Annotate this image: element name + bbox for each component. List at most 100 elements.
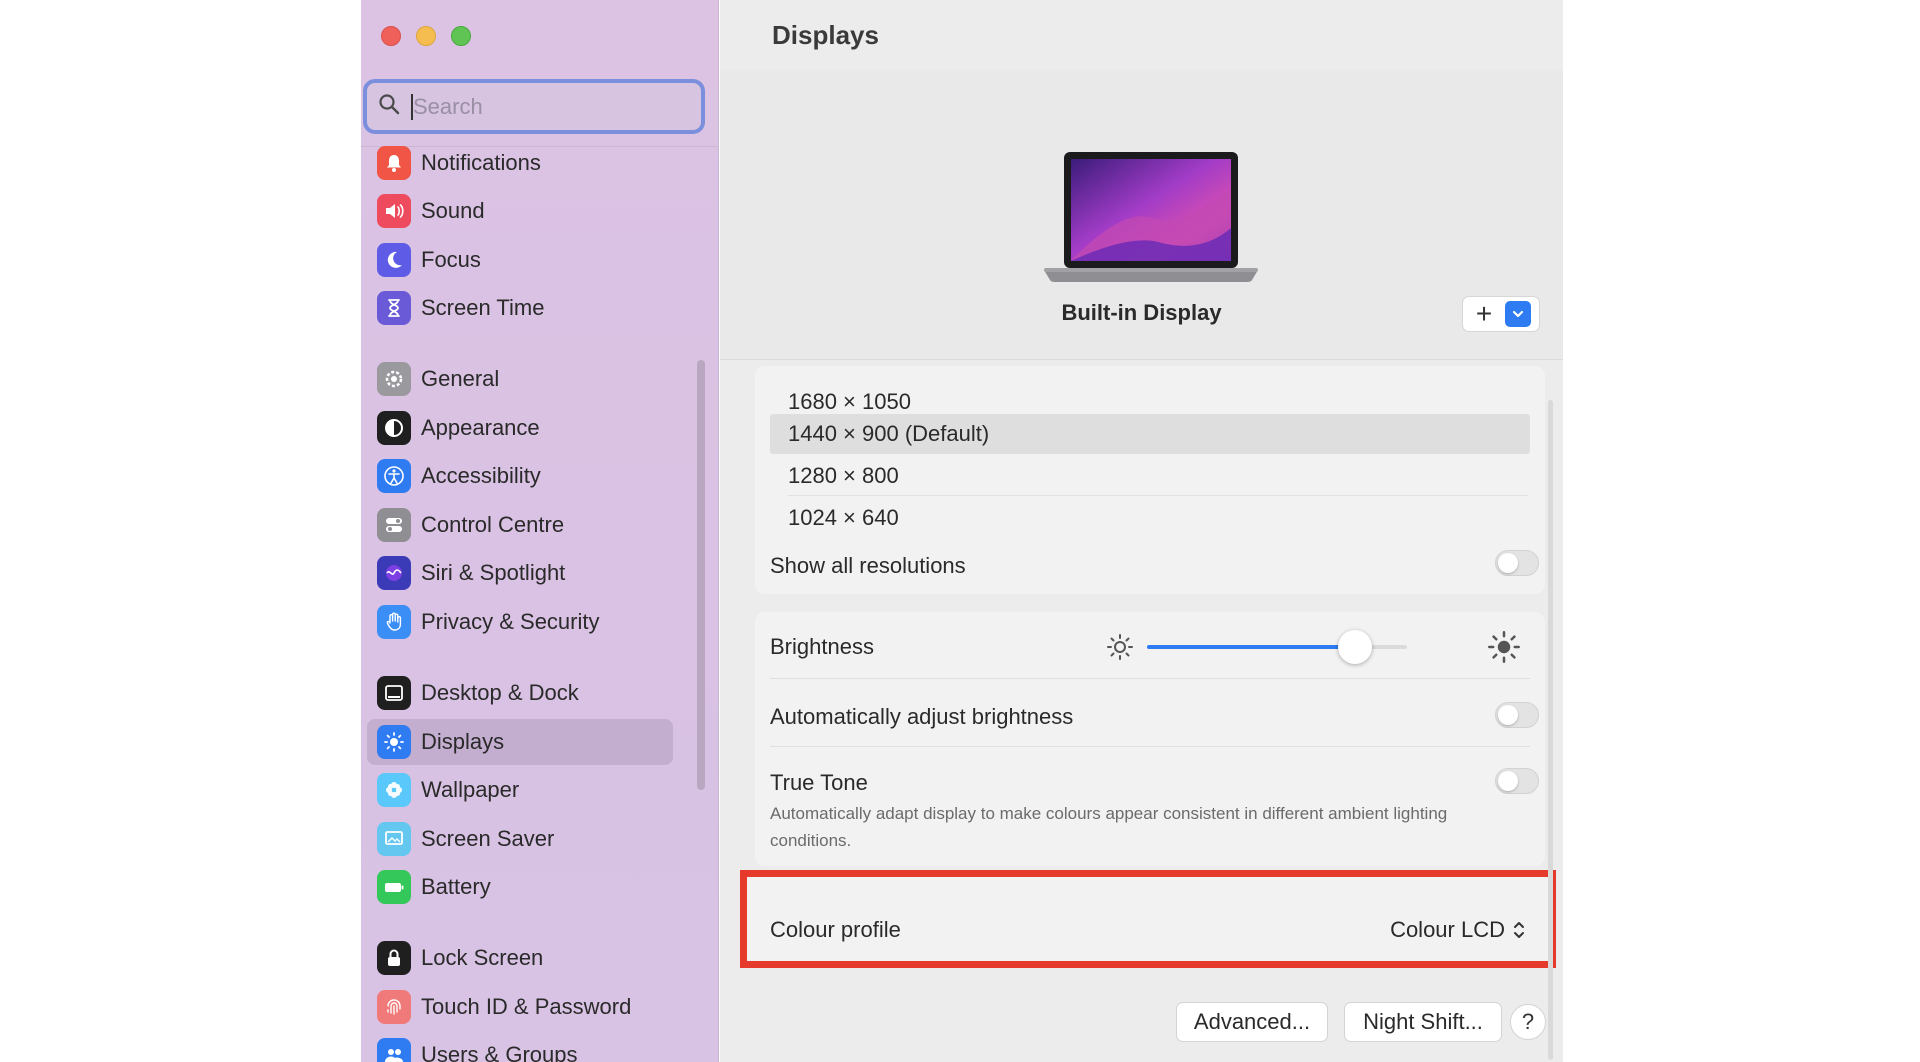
battery-icon [377, 870, 411, 904]
auto-brightness-label: Automatically adjust brightness [770, 704, 1074, 729]
resolution-label: 1440 × 900 (Default) [788, 421, 990, 446]
sidebar-item-label: Privacy & Security [421, 609, 600, 634]
sidebar-item-label: Sound [421, 198, 485, 223]
sidebar-item-siri-spotlight[interactable]: Siri & Spotlight [367, 550, 673, 596]
sidebar-item-focus[interactable]: Focus [367, 237, 673, 283]
speaker-icon [377, 194, 411, 228]
night-shift-button[interactable]: Night Shift... [1344, 1002, 1502, 1042]
sidebar-item-label: General [421, 366, 500, 391]
sidebar-item-label: Touch ID & Password [421, 994, 632, 1019]
sidebar-item-wallpaper[interactable]: Wallpaper [367, 767, 673, 813]
true-tone-label: True Tone [770, 770, 868, 795]
brightness-slider[interactable] [1147, 630, 1407, 664]
hourglass-icon [377, 291, 411, 325]
chevron-down-icon [1512, 310, 1524, 318]
main-scrollbar[interactable] [1548, 400, 1553, 1060]
lock-icon [377, 941, 411, 975]
sidebar-item-battery[interactable]: Battery [367, 864, 673, 910]
sidebar-scrollbar[interactable] [697, 360, 705, 790]
sidebar-item-screen-saver[interactable]: Screen Saver [367, 816, 673, 862]
sidebar-item-label: Desktop & Dock [421, 680, 579, 705]
sidebar-item-label: Lock Screen [421, 945, 544, 970]
siri-icon [377, 556, 411, 590]
colour-profile-row: Colour profile Colour LCD [740, 870, 1556, 968]
close-button[interactable] [381, 26, 401, 46]
divider [788, 495, 1528, 496]
brightness-label: Brightness [770, 634, 874, 659]
main-panel: Displays Built-in Display + 1680 × 1050 … [720, 0, 1563, 1062]
sidebar-item-users-groups[interactable]: Users & Groups [367, 1032, 673, 1062]
gear-icon [377, 362, 411, 396]
sidebar-item-label: Users & Groups [421, 1042, 578, 1062]
control-centre-icon [377, 508, 411, 542]
help-button[interactable]: ? [1510, 1004, 1546, 1040]
up-down-chevron-icon [1514, 922, 1524, 938]
sidebar-item-label: Control Centre [421, 512, 565, 537]
advanced-button[interactable]: Advanced... [1176, 1002, 1328, 1042]
sidebar-item-lock-screen[interactable]: Lock Screen [367, 935, 673, 981]
divider [770, 678, 1530, 679]
resolution-label: 1680 × 1050 [788, 389, 911, 414]
users-icon [377, 1038, 411, 1062]
display-hero: Built-in Display + [720, 70, 1563, 360]
resolution-label: 1280 × 800 [788, 463, 899, 488]
colour-profile-label: Colour profile [770, 917, 901, 942]
auto-brightness-toggle[interactable] [1495, 702, 1539, 728]
appearance-icon [377, 411, 411, 445]
show-all-resolutions-label: Show all resolutions [770, 553, 966, 578]
dock-icon [377, 676, 411, 710]
colour-profile-value: Colour LCD [1390, 917, 1505, 942]
sidebar-item-appearance[interactable]: Appearance [367, 405, 673, 451]
sidebar-item-label: Accessibility [421, 463, 541, 488]
sidebar-item-control-centre[interactable]: Control Centre [367, 502, 673, 548]
sidebar-item-label: Siri & Spotlight [421, 560, 566, 585]
sidebar-item-label: Screen Time [421, 295, 545, 320]
window-controls [381, 26, 471, 46]
page-title: Displays [772, 20, 879, 50]
search-input[interactable] [413, 93, 673, 120]
brightness-card: Brightness Automatically adjust brightne… [755, 612, 1545, 866]
bell-icon [377, 146, 411, 180]
sidebar-item-label: Notifications [421, 150, 541, 175]
screensaver-icon [377, 822, 411, 856]
sidebar-item-touch-id-password[interactable]: Touch ID & Password [367, 984, 673, 1030]
display-name[interactable]: Built-in Display [720, 300, 1563, 326]
colour-profile-select[interactable]: Colour LCD [1390, 917, 1527, 943]
brightness-slider-knob[interactable] [1338, 630, 1372, 664]
resolution-label: 1024 × 640 [788, 505, 899, 530]
sidebar-item-screen-time[interactable]: Screen Time [367, 285, 673, 331]
sidebar: Notifications Sound Focus Screen Time Genera… [361, 0, 719, 1062]
flower-icon [377, 773, 411, 807]
true-tone-description: Automatically adapt display to make colo… [770, 804, 1448, 850]
minimize-button[interactable] [416, 26, 436, 46]
laptop-icon[interactable] [1042, 148, 1260, 288]
show-all-resolutions-toggle[interactable] [1495, 550, 1539, 576]
sun-large-icon [1488, 631, 1520, 663]
sidebar-item-displays[interactable]: Displays [367, 719, 673, 765]
resolution-option[interactable]: 1024 × 640 [770, 498, 1530, 538]
sidebar-item-desktop-dock[interactable]: Desktop & Dock [367, 670, 673, 716]
maximize-button[interactable] [451, 26, 471, 46]
brightness-slider-fill [1147, 645, 1355, 649]
sidebar-item-label: Appearance [421, 415, 540, 440]
display-dropdown-button[interactable] [1505, 301, 1531, 327]
fingerprint-icon [377, 990, 411, 1024]
add-display-control[interactable]: + [1462, 296, 1540, 332]
resolution-option[interactable]: 1280 × 800 [770, 456, 1530, 496]
sidebar-item-sound[interactable]: Sound [367, 188, 673, 234]
sidebar-item-privacy-security[interactable]: Privacy & Security [367, 599, 673, 645]
moon-icon [377, 243, 411, 277]
true-tone-toggle[interactable] [1495, 768, 1539, 794]
search-field[interactable] [363, 79, 705, 134]
sidebar-item-accessibility[interactable]: Accessibility [367, 453, 673, 499]
sidebar-item-notifications[interactable]: Notifications [367, 140, 673, 186]
resolution-card: 1680 × 1050 1440 × 900 (Default) 1280 × … [755, 366, 1545, 594]
system-settings-window: Notifications Sound Focus Screen Time Genera… [361, 0, 1563, 1062]
accessibility-icon [377, 459, 411, 493]
resolution-option-selected[interactable]: 1440 × 900 (Default) [770, 414, 1530, 454]
divider [770, 746, 1530, 747]
hand-icon [377, 605, 411, 639]
add-display-button[interactable]: + [1463, 297, 1505, 331]
sidebar-item-label: Focus [421, 247, 481, 272]
sidebar-item-general[interactable]: General [367, 356, 673, 402]
